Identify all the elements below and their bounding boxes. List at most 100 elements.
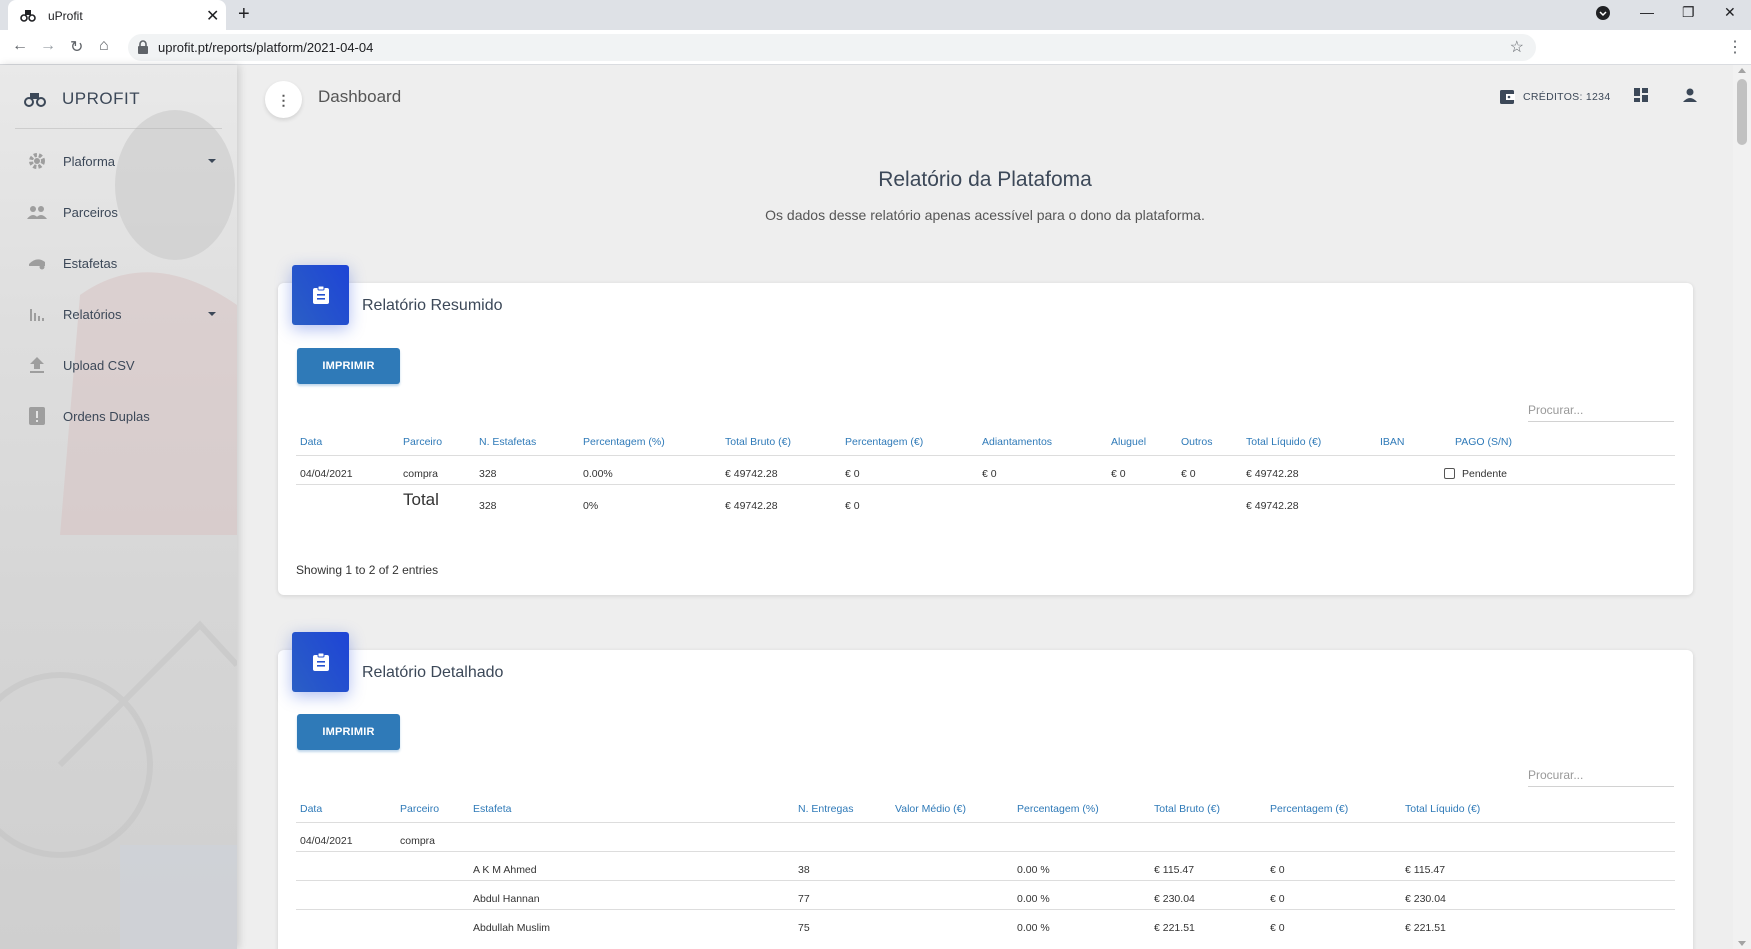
sidebar-item-label: Upload CSV xyxy=(63,357,135,373)
column-header[interactable]: Outros xyxy=(1181,436,1213,448)
column-header[interactable]: Data xyxy=(300,803,322,815)
scrollbar-thumb[interactable] xyxy=(1737,79,1747,145)
cell-total-liquido: € 115.47 xyxy=(1405,864,1446,876)
cell-percentagem: 0.00 % xyxy=(1017,864,1050,876)
total-n-estafetas: 328 xyxy=(479,500,497,512)
gear-icon xyxy=(26,150,48,172)
page-scrollbar[interactable] xyxy=(1733,65,1751,949)
column-header[interactable]: Total Bruto (€) xyxy=(725,436,791,448)
summary-search-input[interactable] xyxy=(1528,398,1674,422)
column-header[interactable]: Aluguel xyxy=(1111,436,1146,448)
lock-icon xyxy=(138,40,148,54)
dashboard-grid-icon[interactable] xyxy=(1634,88,1648,102)
home-icon[interactable]: ⌂ xyxy=(99,37,109,55)
reload-icon[interactable]: ↻ xyxy=(70,37,83,57)
sidebar-item-relatorios[interactable]: Relatórios xyxy=(26,298,216,330)
browser-menu-icon[interactable]: ⋮ xyxy=(1727,37,1743,57)
cell-parceiro: compra xyxy=(403,468,439,480)
close-window-icon[interactable]: ✕ xyxy=(1724,4,1736,21)
cell-adiantamentos: € 0 xyxy=(982,468,997,480)
user-icon[interactable] xyxy=(1683,88,1697,102)
cell-percentagem-eur: € 0 xyxy=(1270,922,1285,934)
browser-tab[interactable]: uProfit ✕ xyxy=(8,0,226,30)
column-header[interactable]: Valor Médio (€) xyxy=(895,803,966,815)
column-header[interactable]: Parceiro xyxy=(403,436,442,448)
column-header[interactable]: Percentagem (%) xyxy=(1017,803,1099,815)
address-bar[interactable]: uprofit.pt/reports/platform/2021-04-04 ☆ xyxy=(128,34,1536,61)
bookmark-star-icon[interactable]: ☆ xyxy=(1510,37,1524,57)
scroll-up-icon[interactable] xyxy=(1738,68,1746,73)
sidebar-item-label: Relatórios xyxy=(63,306,122,322)
favicon-icon xyxy=(20,10,36,22)
report-subtitle: Os dados desse relatório apenas acessíve… xyxy=(765,207,1205,223)
print-summary-button[interactable]: IMPRIMIR xyxy=(297,348,400,384)
more-options-button[interactable]: ⋮ xyxy=(265,81,302,118)
column-header[interactable]: Percentagem (€) xyxy=(845,436,923,448)
detailed-search-input[interactable] xyxy=(1528,763,1674,787)
paid-checkbox[interactable] xyxy=(1444,468,1455,479)
cell-total-liquido: € 230.04 xyxy=(1405,893,1446,905)
cell-total-bruto: € 221.51 xyxy=(1154,922,1195,934)
profile-icon[interactable] xyxy=(1596,6,1610,23)
brand[interactable]: UPROFIT xyxy=(24,87,140,111)
total-label: Total xyxy=(403,490,439,509)
column-header[interactable]: Total Líquido (€) xyxy=(1405,803,1480,815)
cell-data: 04/04/2021 xyxy=(300,468,353,480)
column-header[interactable]: Parceiro xyxy=(400,803,439,815)
column-header[interactable]: Adiantamentos xyxy=(982,436,1052,448)
cell-percentagem-pct: 0.00% xyxy=(583,468,613,480)
detailed-card-title: Relatório Detalhado xyxy=(362,664,504,681)
upload-icon xyxy=(26,354,48,376)
print-detailed-button[interactable]: IMPRIMIR xyxy=(297,714,400,750)
sidebar-item-upload-csv[interactable]: Upload CSV xyxy=(26,349,216,381)
credits-link[interactable]: CRÉDITOS: 1234 xyxy=(1500,87,1610,107)
sidebar-item-parceiros[interactable]: Parceiros xyxy=(26,196,216,228)
column-header[interactable]: Estafeta xyxy=(473,803,512,815)
column-header[interactable]: Percentagem (€) xyxy=(1270,803,1348,815)
cell-estafeta: Abdullah Muslim xyxy=(473,922,551,934)
row-divider xyxy=(296,484,1675,485)
sidebar-item-label: Parceiros xyxy=(63,204,118,220)
people-icon xyxy=(26,201,48,223)
row-divider xyxy=(296,909,1675,910)
column-header[interactable]: Total Líquido (€) xyxy=(1246,436,1321,448)
sidebar-item-label: Estafetas xyxy=(63,255,118,271)
cell-estafeta: A K M Ahmed xyxy=(473,864,537,876)
sidebar-item-ordens-duplas[interactable]: Ordens Duplas xyxy=(26,400,216,432)
wallet-icon xyxy=(1500,90,1515,104)
cell-data: 04/04/2021 xyxy=(300,835,353,847)
minimize-icon[interactable]: — xyxy=(1640,4,1654,20)
scroll-down-icon[interactable] xyxy=(1738,941,1746,946)
brand-name: UPROFIT xyxy=(62,89,141,108)
more-vert-icon: ⋮ xyxy=(276,91,291,108)
column-header[interactable]: Percentagem (%) xyxy=(583,436,665,448)
cell-total-bruto: € 230.04 xyxy=(1154,893,1195,905)
credits-text: CRÉDITOS: 1234 xyxy=(1523,91,1611,103)
sidebar-item-plaforma[interactable]: Plaforma xyxy=(26,145,216,177)
new-tab-icon[interactable]: + xyxy=(238,3,250,26)
cell-percentagem: 0.00 % xyxy=(1017,893,1050,905)
cell-parceiro: compra xyxy=(400,835,436,847)
back-icon[interactable]: ← xyxy=(12,37,28,55)
total-bruto: € 49742.28 xyxy=(725,500,778,512)
forward-icon[interactable]: → xyxy=(40,37,56,55)
cell-outros: € 0 xyxy=(1181,468,1196,480)
total-percentagem-eur: € 0 xyxy=(845,500,860,512)
sidebar-item-label: Plaforma xyxy=(63,153,116,169)
cell-pago: Pendente xyxy=(1462,468,1507,480)
column-header[interactable]: N. Entregas xyxy=(798,803,853,815)
page-title: Dashboard xyxy=(318,87,402,106)
chevron-down-icon xyxy=(208,159,216,163)
bar-chart-icon xyxy=(26,303,48,325)
restore-icon[interactable]: ❐ xyxy=(1682,4,1695,21)
row-divider xyxy=(296,822,1675,823)
column-header[interactable]: Total Bruto (€) xyxy=(1154,803,1220,815)
sidebar-item-estafetas[interactable]: Estafetas xyxy=(26,247,216,279)
column-header[interactable]: IBAN xyxy=(1380,436,1405,448)
chevron-down-icon xyxy=(208,312,216,316)
column-header[interactable]: Data xyxy=(300,436,322,448)
column-header[interactable]: N. Estafetas xyxy=(479,436,536,448)
column-header[interactable]: PAGO (S/N) xyxy=(1455,436,1512,448)
cell-estafeta: Abdul Hannan xyxy=(473,893,540,905)
tab-close-icon[interactable]: ✕ xyxy=(206,6,219,26)
